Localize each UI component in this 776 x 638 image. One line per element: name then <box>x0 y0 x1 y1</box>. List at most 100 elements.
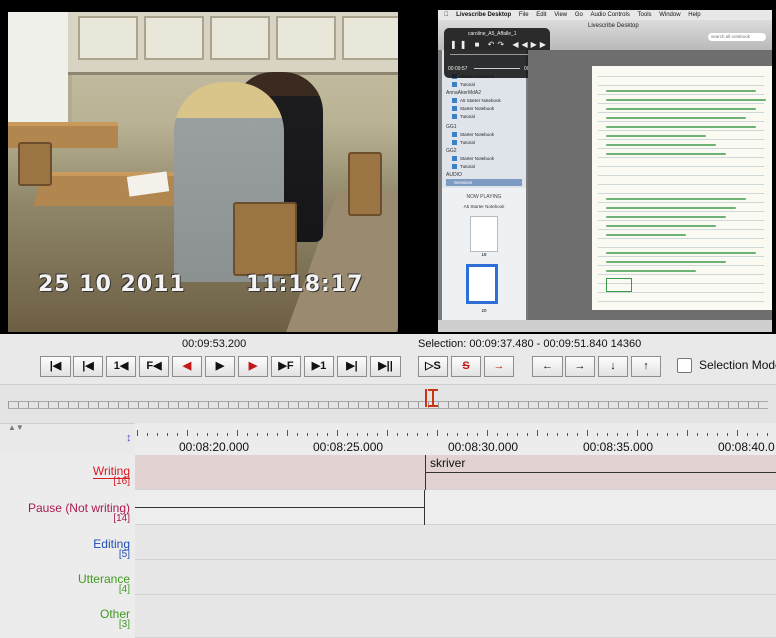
tier-count: [3] <box>118 619 130 630</box>
ruler-tick <box>257 433 258 436</box>
clear-selection-button[interactable]: S <box>451 356 481 377</box>
ruler-tick <box>137 430 138 436</box>
scroll-sync-icon[interactable]: ↕ <box>126 432 132 444</box>
ruler-label: 00:08:30.000 <box>448 440 519 454</box>
ruler-tick <box>367 433 368 436</box>
livescribe-desktop-window:  Livescribe Desktop File Edit View Go A… <box>438 10 772 332</box>
sidebar-item: Tutorial <box>452 140 475 145</box>
ruler-tick <box>447 433 448 436</box>
ruler-tick <box>227 433 228 436</box>
sidebar-item: Tutorial <box>452 164 475 169</box>
ruler-tick <box>657 433 658 436</box>
ruler-tick <box>387 430 388 436</box>
ruler-tick <box>517 433 518 436</box>
menu-tools: Tools <box>631 12 652 18</box>
ruler-tick <box>167 433 168 436</box>
next-frame-button[interactable]: ▶| <box>337 356 367 377</box>
back-frame-f-button[interactable]: F◀ <box>139 356 169 377</box>
ruler-tick <box>237 430 238 436</box>
up-arrow-button[interactable]: ↑ <box>631 356 661 377</box>
ruler-tick <box>197 433 198 436</box>
checkbox-icon[interactable] <box>677 358 692 374</box>
down-arrow-button[interactable]: ↓ <box>598 356 628 377</box>
menu-help: Help <box>682 12 700 18</box>
ruler-tick <box>347 433 348 436</box>
tier-labels-panel: Writing [16] Pause (Not writing) [14] Ed… <box>0 455 135 638</box>
ruler-tick <box>157 433 158 436</box>
tier-count: [4] <box>118 584 130 595</box>
go-to-end-button[interactable]: ▶|| <box>370 356 401 377</box>
ruler-tick <box>317 433 318 436</box>
go-to-begin-button[interactable]: |◀ <box>40 356 71 377</box>
tier-row-editing[interactable] <box>135 525 776 560</box>
menu-view: View <box>548 12 567 18</box>
sidebar-item: A5 Starter Notebook <box>452 98 501 103</box>
overview-timeline[interactable] <box>0 384 776 424</box>
ruler-tick <box>757 433 758 436</box>
ruler-tick <box>747 433 748 436</box>
ruler-tick <box>437 430 438 436</box>
forward-one-second-button[interactable]: ▶1 <box>304 356 334 377</box>
crosshair-cursor-icon[interactable] <box>428 389 438 407</box>
play-selection-button[interactable]: ▶ <box>238 356 268 377</box>
sidebar-group: AnnaAkerMdA2 <box>446 90 482 96</box>
ruler-tick <box>457 433 458 436</box>
menu-app: Livescribe Desktop <box>450 12 511 18</box>
left-arrow-button[interactable]: ← <box>532 356 563 377</box>
page-number: 18 <box>481 252 487 257</box>
sidebar-group: GG1 <box>446 124 457 130</box>
hud-title: caroline_A5_Affalle_1 <box>468 31 517 37</box>
ruler-tick <box>287 430 288 436</box>
tier-label-writing[interactable]: Writing [16] <box>92 464 130 487</box>
mac-menubar:  Livescribe Desktop File Edit View Go A… <box>438 10 772 20</box>
menu-window: Window <box>653 12 680 18</box>
tier-row-other[interactable] <box>135 595 776 638</box>
video-time-stamp: 11:18:17 <box>246 272 364 297</box>
ruler-tick <box>207 433 208 436</box>
menu-file: File <box>512 12 529 18</box>
play-button[interactable]: ▶ <box>205 356 235 377</box>
annotation-label[interactable]: skriver <box>430 456 465 470</box>
ruler-label: 00:08:20.000 <box>179 440 250 454</box>
ruler-tick <box>627 433 628 436</box>
collapse-arrow-icon[interactable]: ▲▼ <box>8 423 24 432</box>
previous-frame-button[interactable]: |◀ <box>73 356 103 377</box>
tier-row-pause[interactable] <box>135 490 776 525</box>
selection-readout: Selection: 00:09:37.480 - 00:09:51.840 1… <box>418 338 642 350</box>
video-date-stamp: 25 10 2011 <box>38 272 186 297</box>
ruler-tick <box>547 433 548 436</box>
menu-edit: Edit <box>530 12 546 18</box>
ruler-tick <box>357 433 358 436</box>
previous-annotation-button[interactable]: ◀ <box>172 356 202 377</box>
forward-frame-f-button[interactable]: ▶F <box>271 356 301 377</box>
back-one-second-button[interactable]: 1◀ <box>106 356 136 377</box>
selection-mode-label: Selection Mode <box>699 358 776 372</box>
sidebar-item: Tutorial <box>452 114 475 119</box>
ruler-tick <box>567 433 568 436</box>
ruler-tick <box>307 433 308 436</box>
now-playing-panel: NOW PLAYING A5 Starter Notebook 18 20 <box>442 188 526 320</box>
ruler-tick <box>297 433 298 436</box>
ruler-tick <box>217 433 218 436</box>
ruler-label: 00:08:25.000 <box>313 440 384 454</box>
tier-label-utterance[interactable]: Utterance [4] <box>78 573 130 595</box>
ruler-tick <box>417 433 418 436</box>
time-ruler[interactable]: 00:08:20.000 00:08:25.000 00:08:30.000 0… <box>135 423 776 455</box>
ruler-tick <box>397 433 398 436</box>
tier-label-other[interactable]: Other [3] <box>100 608 130 630</box>
now-playing-title: NOW PLAYING <box>466 194 502 200</box>
ruler-label: 00:08:40.0 <box>718 440 775 454</box>
go-to-selection-button[interactable]: → <box>484 356 514 377</box>
tier-row-writing[interactable]: skriver <box>135 455 776 490</box>
tier-count: [14] <box>113 513 130 524</box>
window-title: Livescribe Desktop <box>588 23 639 29</box>
right-arrow-button[interactable]: → <box>565 356 595 377</box>
sidebar-group: AUDIO <box>446 172 462 178</box>
notebook-page-view <box>528 50 772 320</box>
selection-mode-checkbox[interactable]: Selection Mode <box>677 358 776 376</box>
ruler-tick <box>537 430 538 436</box>
play-selection-s-button[interactable]: ▷S <box>418 356 448 377</box>
tier-label-editing[interactable]: Editing [5] <box>93 538 130 560</box>
tier-row-utterance[interactable] <box>135 560 776 595</box>
tier-label-pause[interactable]: Pause (Not writing) [14] <box>28 502 130 524</box>
